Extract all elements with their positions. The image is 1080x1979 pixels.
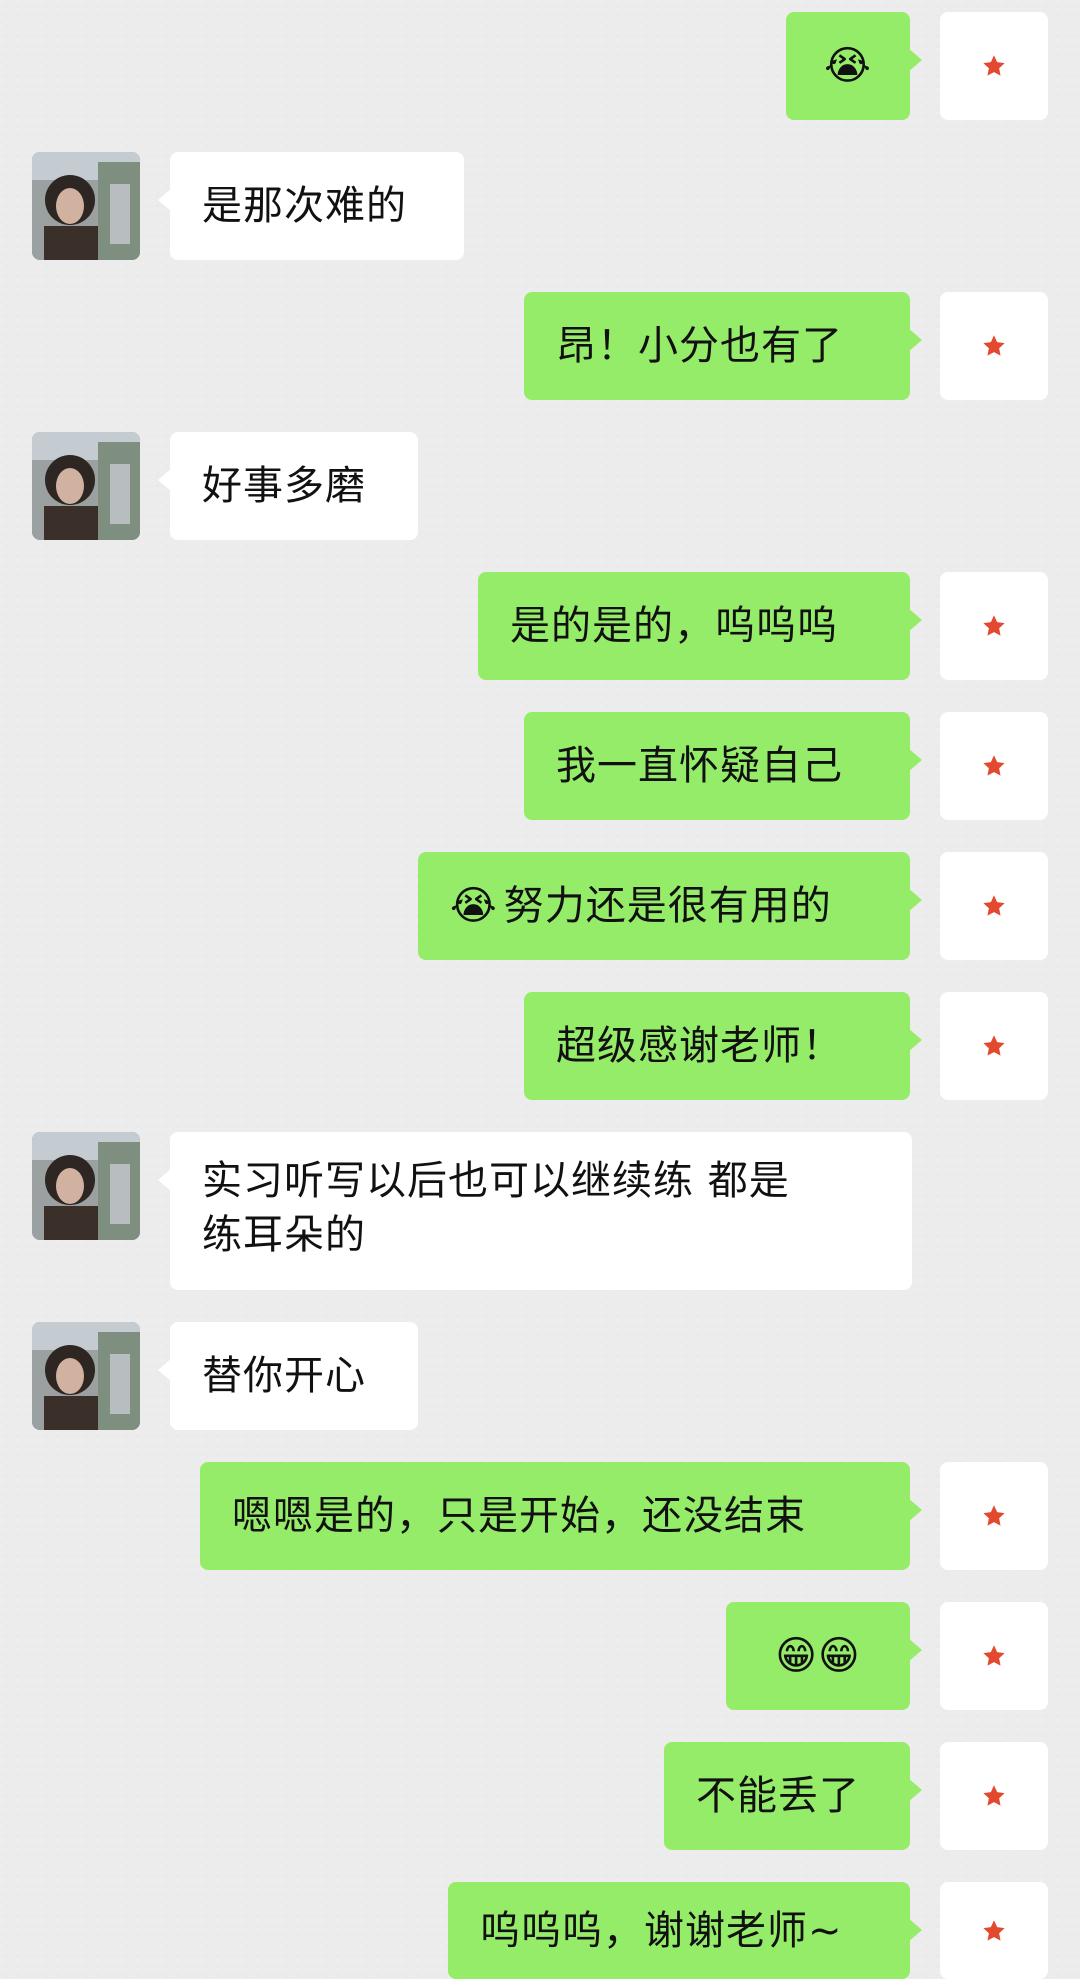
avatar-photo — [32, 1322, 140, 1430]
chat-window: 😭 是那次难的 昂！小分也有了 好事多磨 是的是的，呜呜呜 我一直怀疑自己 😭 … — [0, 0, 1080, 1979]
message-bubble-self[interactable]: 超级感谢老师！ — [524, 992, 922, 1100]
message-text: 我一直怀疑自己 — [556, 743, 843, 789]
grinning-emoji-icons: 😁😁 — [775, 1633, 861, 1679]
self-avatar[interactable] — [940, 1462, 1048, 1570]
red-star-icon — [983, 1035, 1005, 1056]
message-bubble-self[interactable]: 我一直怀疑自己 — [524, 712, 922, 820]
message-bubble-self[interactable]: 😁😁 — [726, 1602, 922, 1710]
message-text: 是的是的，呜呜呜 — [510, 603, 838, 649]
message-bubble-self[interactable]: 昂！小分也有了 — [524, 292, 922, 400]
message-text: 是那次难的 — [202, 183, 407, 229]
message-text: 不能丢了 — [696, 1773, 860, 1819]
avatar-photo — [32, 152, 140, 260]
self-avatar[interactable] — [940, 852, 1048, 960]
message-bubble-self[interactable]: 呜呜呜，谢谢老师~ — [448, 1882, 922, 1979]
avatar-photo — [32, 1132, 140, 1240]
contact-avatar[interactable] — [32, 432, 140, 540]
self-avatar[interactable] — [940, 292, 1048, 400]
self-avatar[interactable] — [940, 992, 1048, 1100]
self-avatar[interactable] — [940, 712, 1048, 820]
message-bubble-contact[interactable]: 替你开心 — [158, 1322, 418, 1430]
avatar-photo — [32, 432, 140, 540]
message-bubble-self[interactable]: 嗯嗯是的，只是开始，还没结束 — [200, 1462, 922, 1570]
self-avatar[interactable] — [940, 1742, 1048, 1850]
red-star-icon — [983, 1645, 1005, 1666]
message-text: 实习听写以后也可以继续练 都是 练耳朵的 — [202, 1158, 790, 1258]
crying-emoji-icon: 😭 — [450, 883, 498, 929]
message-bubble-contact[interactable]: 实习听写以后也可以继续练 都是 练耳朵的 — [158, 1132, 912, 1290]
red-star-icon — [983, 335, 1005, 356]
red-star-icon — [983, 615, 1005, 636]
message-bubble-self[interactable]: 😭 — [786, 12, 922, 120]
contact-avatar[interactable] — [32, 152, 140, 260]
message-text: 替你开心 — [202, 1353, 366, 1399]
red-star-icon — [983, 895, 1005, 916]
message-bubble-self[interactable]: 是的是的，呜呜呜 — [478, 572, 922, 680]
contact-avatar[interactable] — [32, 1322, 140, 1430]
message-text: 嗯嗯是的，只是开始，还没结束 — [232, 1493, 806, 1539]
self-avatar[interactable] — [940, 1882, 1048, 1979]
message-text: 超级感谢老师！ — [556, 1023, 843, 1069]
message-bubble-contact[interactable]: 是那次难的 — [158, 152, 464, 260]
crying-emoji-icon: 😭 — [824, 43, 872, 89]
message-text: 努力还是很有用的 — [503, 883, 832, 929]
message-text: 呜呜呜，谢谢老师~ — [480, 1907, 843, 1954]
red-star-icon — [983, 55, 1005, 76]
message-text: 好事多磨 — [202, 463, 366, 509]
message-text: 昂！小分也有了 — [556, 323, 843, 369]
red-star-icon — [983, 755, 1005, 776]
self-avatar[interactable] — [940, 1602, 1048, 1710]
self-avatar[interactable] — [940, 572, 1048, 680]
message-bubble-self[interactable]: 😭 努力还是很有用的 — [418, 852, 922, 960]
red-star-icon — [983, 1505, 1005, 1526]
message-bubble-self[interactable]: 不能丢了 — [664, 1742, 922, 1850]
self-avatar[interactable] — [940, 12, 1048, 120]
contact-avatar[interactable] — [32, 1132, 140, 1240]
red-star-icon — [983, 1919, 1005, 1941]
message-bubble-contact[interactable]: 好事多磨 — [158, 432, 418, 540]
red-star-icon — [983, 1785, 1005, 1806]
